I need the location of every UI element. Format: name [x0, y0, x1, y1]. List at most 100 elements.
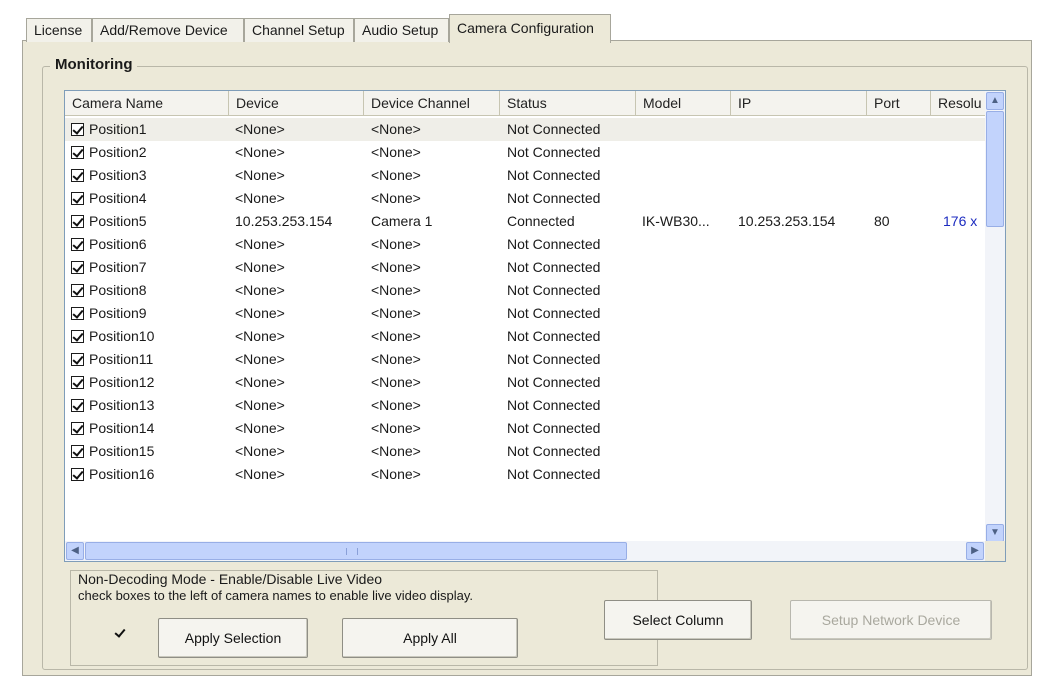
camera-enable-checkbox[interactable]: [71, 261, 84, 274]
table-row[interactable]: Position15 <None> <None> Not Connected: [65, 440, 987, 463]
channel-cell: <None>: [371, 374, 421, 390]
camera-enable-checkbox[interactable]: [71, 468, 84, 481]
table-row[interactable]: Position6 <None> <None> Not Connected: [65, 233, 987, 256]
device-cell: <None>: [235, 305, 285, 321]
table-row[interactable]: Position13 <None> <None> Not Connected: [65, 394, 987, 417]
table-row[interactable]: Position11 <None> <None> Not Connected: [65, 348, 987, 371]
table-row[interactable]: Position4 <None> <None> Not Connected: [65, 187, 987, 210]
status-cell: Not Connected: [507, 121, 601, 137]
channel-cell: <None>: [371, 420, 421, 436]
table-row[interactable]: Position16 <None> <None> Not Connected: [65, 463, 987, 486]
camera-enable-checkbox[interactable]: [71, 445, 84, 458]
enable-live-video-checkbox[interactable]: [114, 628, 127, 641]
column-header-ip[interactable]: IP: [731, 91, 867, 115]
camera-enable-checkbox[interactable]: [71, 399, 84, 412]
status-cell: Not Connected: [507, 259, 601, 275]
device-cell: 10.253.253.154: [235, 213, 333, 229]
grip-icon: [346, 548, 358, 555]
table-row[interactable]: Position7 <None> <None> Not Connected: [65, 256, 987, 279]
channel-cell: <None>: [371, 236, 421, 252]
camera-enable-checkbox[interactable]: [71, 169, 84, 182]
camera-enable-checkbox[interactable]: [71, 307, 84, 320]
table-row[interactable]: Position1 <None> <None> Not Connected: [65, 118, 987, 141]
status-cell: Not Connected: [507, 466, 601, 482]
camera-name-cell: Position16: [89, 466, 155, 482]
camera-name-cell: Position9: [89, 305, 147, 321]
channel-cell: <None>: [371, 305, 421, 321]
camera-name-cell: Position8: [89, 282, 147, 298]
scroll-up-icon[interactable]: ▲: [986, 92, 1004, 110]
channel-cell: <None>: [371, 443, 421, 459]
status-cell: Not Connected: [507, 167, 601, 183]
column-header-status[interactable]: Status: [500, 91, 636, 115]
vertical-scrollbar[interactable]: ▲ ▼: [985, 91, 1005, 543]
table-row[interactable]: Position14 <None> <None> Not Connected: [65, 417, 987, 440]
camera-enable-checkbox[interactable]: [71, 123, 84, 136]
camera-list[interactable]: Camera Name Device Device Channel Status…: [64, 90, 1006, 562]
camera-name-cell: Position2: [89, 144, 147, 160]
status-cell: Not Connected: [507, 190, 601, 206]
device-cell: <None>: [235, 190, 285, 206]
camera-name-cell: Position3: [89, 167, 147, 183]
vertical-scroll-thumb[interactable]: [986, 111, 1004, 227]
tab-channel-setup[interactable]: Channel Setup: [244, 18, 354, 42]
device-cell: <None>: [235, 121, 285, 137]
camera-name-cell: Position4: [89, 190, 147, 206]
table-row[interactable]: Position5 10.253.253.154 Camera 1 Connected…: [65, 210, 987, 233]
scroll-corner: [985, 541, 1005, 561]
model-cell: IK-WB30...: [642, 213, 710, 229]
camera-enable-checkbox[interactable]: [71, 376, 84, 389]
camera-name-cell: Position15: [89, 443, 155, 459]
apply-selection-button[interactable]: Apply Selection: [158, 618, 308, 658]
table-row[interactable]: Position3 <None> <None> Not Connected: [65, 164, 987, 187]
column-header-camera-name[interactable]: Camera Name: [65, 91, 229, 115]
camera-enable-checkbox[interactable]: [71, 146, 84, 159]
scroll-right-icon[interactable]: ▶: [966, 542, 984, 560]
channel-cell: <None>: [371, 167, 421, 183]
tab-audio-setup[interactable]: Audio Setup: [354, 18, 449, 42]
scroll-left-icon[interactable]: ◀: [66, 542, 84, 560]
camera-enable-checkbox[interactable]: [71, 192, 84, 205]
tab-add-remove-device[interactable]: Add/Remove Device: [92, 18, 244, 42]
channel-cell: <None>: [371, 144, 421, 160]
column-header-resolution[interactable]: Resolu: [931, 91, 987, 115]
table-row[interactable]: Position10 <None> <None> Not Connected: [65, 325, 987, 348]
device-cell: <None>: [235, 144, 285, 160]
scroll-down-icon[interactable]: ▼: [986, 524, 1004, 542]
camera-name-cell: Position11: [89, 351, 154, 367]
camera-enable-checkbox[interactable]: [71, 330, 84, 343]
camera-enable-checkbox[interactable]: [71, 422, 84, 435]
table-row[interactable]: Position12 <None> <None> Not Connected: [65, 371, 987, 394]
tab-camera-configuration[interactable]: Camera Configuration: [449, 14, 611, 43]
camera-name-cell: Position14: [89, 420, 155, 436]
device-cell: <None>: [235, 259, 285, 275]
camera-enable-checkbox[interactable]: [71, 215, 84, 228]
device-cell: <None>: [235, 236, 285, 252]
tab-license[interactable]: License: [26, 18, 92, 42]
res-cell: 176 x: [943, 213, 978, 229]
camera-enable-checkbox[interactable]: [71, 284, 84, 297]
horizontal-scrollbar[interactable]: ◀ ▶: [65, 541, 1005, 561]
status-cell: Not Connected: [507, 420, 601, 436]
camera-enable-checkbox[interactable]: [71, 238, 84, 251]
setup-network-device-button: Setup Network Device: [790, 600, 992, 640]
table-row[interactable]: Position2 <None> <None> Not Connected: [65, 141, 987, 164]
table-row[interactable]: Position9 <None> <None> Not Connected: [65, 302, 987, 325]
status-cell: Not Connected: [507, 397, 601, 413]
table-row[interactable]: Position8 <None> <None> Not Connected: [65, 279, 987, 302]
channel-cell: Camera 1: [371, 213, 433, 229]
column-header-device[interactable]: Device: [229, 91, 364, 115]
device-cell: <None>: [235, 328, 285, 344]
device-cell: <None>: [235, 282, 285, 298]
camera-enable-checkbox[interactable]: [71, 353, 84, 366]
column-header-port[interactable]: Port: [867, 91, 931, 115]
horizontal-scroll-thumb[interactable]: [85, 542, 627, 560]
device-cell: <None>: [235, 397, 285, 413]
column-header-device-channel[interactable]: Device Channel: [364, 91, 500, 115]
status-cell: Connected: [507, 213, 575, 229]
device-cell: <None>: [235, 420, 285, 436]
apply-all-button[interactable]: Apply All: [342, 618, 518, 658]
column-header-model[interactable]: Model: [636, 91, 731, 115]
device-cell: <None>: [235, 443, 285, 459]
select-column-button[interactable]: Select Column: [604, 600, 752, 640]
